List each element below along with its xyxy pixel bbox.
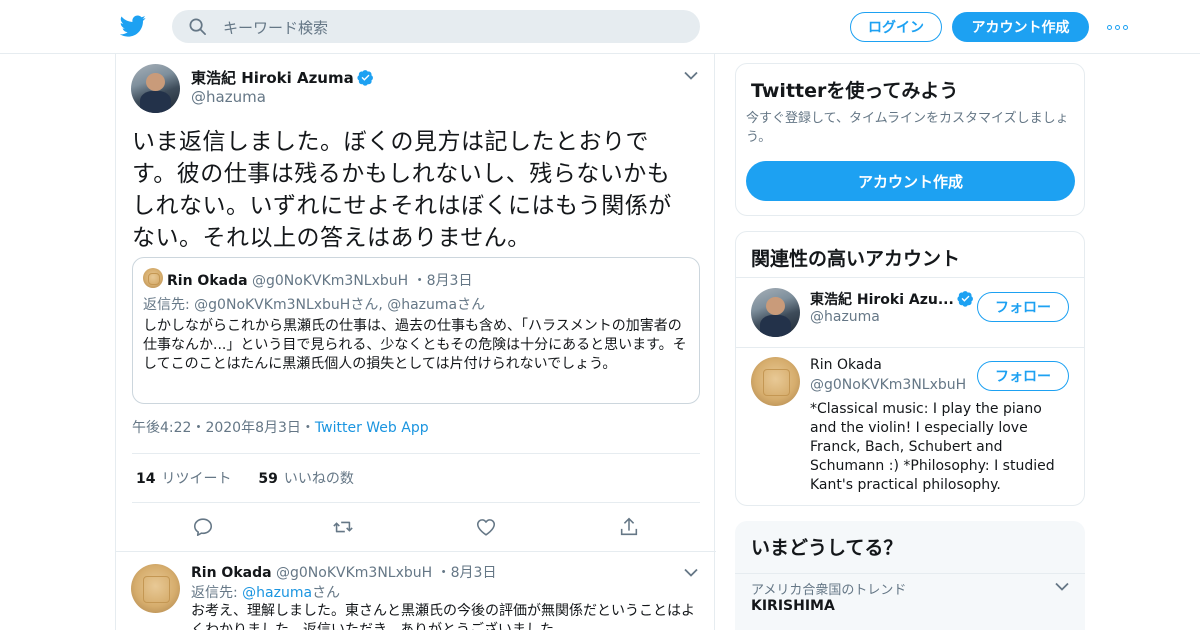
related-account-handle[interactable]: @g0NoKVKm3NLxbuH — [810, 377, 966, 393]
search-input[interactable]: キーワード検索 — [223, 17, 328, 38]
signup-card: Twitterを使ってみよう 今すぐ登録して、タイムラインをカスタマイズしましょ… — [735, 63, 1085, 216]
divider — [736, 347, 1084, 348]
signup-card-button[interactable]: アカウント作成 — [746, 161, 1075, 201]
related-accounts-title: 関連性の高いアカウント — [751, 248, 961, 270]
divider — [132, 453, 700, 454]
related-accounts-card: 関連性の高いアカウント 東浩紀 Hiroki Azu... @hazuma フォ… — [735, 231, 1085, 506]
related-account-name[interactable]: 東浩紀 Hiroki Azu... — [810, 289, 974, 309]
author-handle[interactable]: @hazuma — [191, 88, 266, 106]
signup-card-subtitle: 今すぐ登録して、タイムラインをカスタマイズしましょう。 — [746, 111, 1069, 145]
reply-icon[interactable] — [192, 516, 214, 538]
tweet-author: 東浩紀 Hiroki Azuma — [191, 67, 374, 88]
tweet-metadata: 午後4:22・2020年8月3日・Twitter Web App — [132, 420, 429, 436]
tweet-source-link[interactable]: Twitter Web App — [315, 420, 429, 436]
reply-text: お考え、理解しました。東さんと黒瀬氏の今後の評価が無関係だということはよくわかり… — [191, 603, 695, 630]
author-name[interactable]: 東浩紀 Hiroki Azuma — [191, 69, 354, 87]
tweet-detail-column: 東浩紀 Hiroki Azuma @hazuma いま返信しました。ぼくの見方は… — [115, 54, 716, 630]
retweet-icon[interactable] — [332, 516, 354, 538]
trends-card: いまどうしてる？ アメリカ合衆国のトレンド KIRISHIMA — [735, 521, 1085, 630]
related-account-handle[interactable]: @hazuma — [810, 309, 880, 325]
search-icon — [189, 18, 206, 35]
reply-author-name[interactable]: Rin Okada — [191, 565, 272, 581]
reply-to-link[interactable]: @hazuma — [242, 585, 312, 601]
reply-to-line: 返信先: @hazumaさん — [191, 582, 340, 602]
search-box[interactable]: キーワード検索 — [172, 10, 700, 43]
twitter-logo-icon[interactable] — [120, 13, 146, 39]
related-account-bio: *Classical music: I play the piano and t… — [810, 401, 1055, 493]
related-account-name[interactable]: Rin Okada — [810, 357, 882, 373]
quoted-text: しかしながらこれから黒瀬氏の仕事は、過去の仕事も含め、「ハラスメントの加害者の仕… — [143, 318, 687, 372]
reply-to-handles: @g0NoKVKm3NLxbuHさん, @hazumaさん — [194, 297, 486, 313]
trends-title: いまどうしてる？ — [751, 537, 903, 559]
signup-button[interactable]: アカウント作成 — [952, 12, 1089, 42]
tweet-time[interactable]: 午後4:22 — [132, 420, 191, 436]
avatar — [143, 268, 163, 288]
like-stat[interactable]: 59 いいねの数 — [258, 471, 353, 487]
quoted-author-name: Rin Okada — [167, 273, 248, 289]
signup-card-title: Twitterを使ってみよう — [751, 80, 959, 102]
reply-author-handle[interactable]: @g0NoKVKm3NLxbuH — [276, 565, 432, 581]
reply-tweet-header: Rin Okada @g0NoKVKm3NLxbuH ・8月3日 — [191, 565, 497, 581]
avatar[interactable] — [751, 357, 800, 406]
retweet-stat[interactable]: 14 リツイート — [136, 471, 231, 487]
divider — [132, 502, 700, 503]
chevron-down-icon[interactable] — [684, 71, 698, 80]
trend-context: アメリカ合衆国のトレンド — [751, 583, 907, 598]
quoted-author-handle: @g0NoKVKm3NLxbuH — [252, 273, 409, 289]
reply-date[interactable]: 8月3日 — [451, 565, 497, 581]
verified-icon — [357, 70, 373, 86]
divider — [735, 573, 1085, 574]
reply-tweet[interactable]: Rin Okada @g0NoKVKm3NLxbuH ・8月3日 返信先: @h… — [116, 551, 716, 630]
reply-prefix: 返信先: — [191, 585, 238, 601]
more-icon[interactable] — [1107, 17, 1131, 37]
verified-icon — [957, 291, 973, 307]
quoted-reply-to: 返信先: @g0NoKVKm3NLxbuHさん, @hazumaさん — [143, 294, 485, 314]
tweet-stats: 14 リツイート 59 いいねの数 — [136, 468, 354, 488]
top-navigation-bar: キーワード検索 ログイン アカウント作成 — [0, 0, 1200, 54]
quoted-date: 8月3日 — [426, 273, 473, 289]
tweet-date[interactable]: 2020年8月3日 — [205, 420, 300, 436]
login-button[interactable]: ログイン — [850, 12, 942, 42]
follow-button[interactable]: フォロー — [977, 361, 1069, 391]
avatar[interactable] — [751, 288, 800, 337]
reply-prefix: 返信先: — [143, 297, 190, 313]
follow-button[interactable]: フォロー — [977, 292, 1069, 322]
chevron-down-icon[interactable] — [1055, 582, 1069, 591]
quoted-tweet[interactable]: Rin Okada @g0NoKVKm3NLxbuH ・8月3日 返信先: @g… — [132, 257, 700, 404]
divider — [736, 277, 1084, 278]
quoted-tweet-header: Rin Okada @g0NoKVKm3NLxbuH ・8月3日 — [167, 273, 473, 289]
avatar[interactable] — [131, 564, 180, 613]
like-icon[interactable] — [475, 516, 497, 538]
trend-name[interactable]: KIRISHIMA — [751, 598, 835, 614]
chevron-down-icon[interactable] — [684, 568, 698, 577]
reply-to-suffix: さん — [312, 585, 341, 601]
share-icon[interactable] — [618, 516, 640, 538]
avatar[interactable] — [131, 64, 180, 113]
tweet-actions — [116, 512, 716, 542]
tweet-text: いま返信しました。ぼくの見方は記したとおりです。彼の仕事は残るかもしれないし、残… — [132, 129, 672, 251]
